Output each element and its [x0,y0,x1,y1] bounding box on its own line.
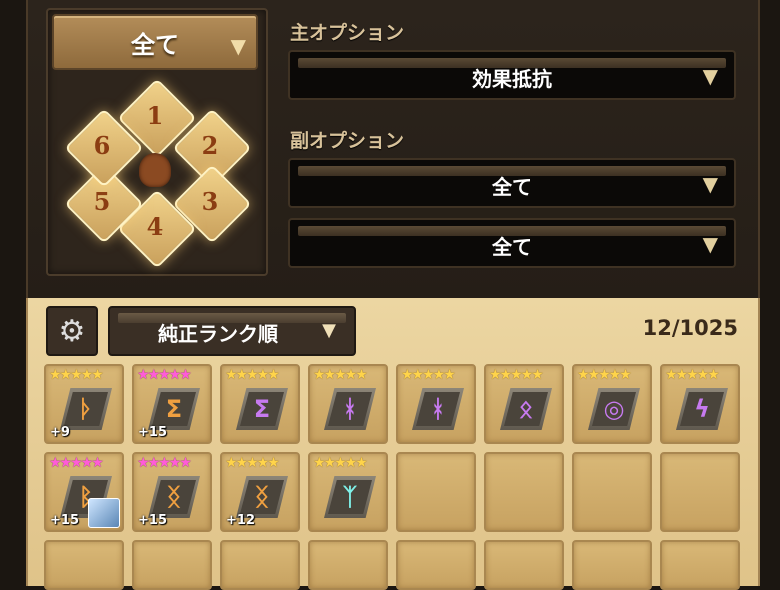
rune-item[interactable]: ★★★★★ ᚦ +9 [44,364,124,444]
rune-grid: ★★★★★ ᚦ +9 ★★★★★ Σ +15 ★★★★★ Σ ★★★★★ ᚼ ★★★★★ ᚼ ★★★★★… [44,364,744,590]
rune-item[interactable]: ★★★★★ ᚼ [396,364,476,444]
rune-stars: ★★★★★ [489,367,544,383]
rune-glyph: ᚦ [78,395,94,423]
rune-stars: ★★★★★ [225,455,280,471]
rune-stone-icon: ᛝ [148,476,200,518]
sub-option-value-1: 全て [492,174,532,199]
chevron-down-icon: ▼ [230,34,246,58]
sort-value: 純正ランク順 [158,321,278,346]
sub-option-label: 副オプション [290,130,405,152]
rune-glyph: ᛟ [518,395,534,423]
rune-level: +15 [50,513,79,528]
rune-stone-icon: ϟ [676,388,728,430]
rune-stars: ★★★★★ [225,367,280,383]
empty-rune-slot [484,452,564,532]
rune-glyph: ᛝ [254,483,270,511]
rune-stone-icon: ᚼ [324,388,376,430]
empty-rune-slot [396,540,476,590]
rune-stars: ★★★★★ [137,367,192,383]
rune-stars: ★★★★★ [401,367,456,383]
empty-rune-slot [660,452,740,532]
set-filter-value: 全て [131,30,179,59]
helmet-icon [139,153,171,187]
rune-stars: ★★★★★ [49,367,104,383]
chevron-down-icon: ▼ [702,64,718,88]
rune-item[interactable]: ★★★★★ ᛟ [484,364,564,444]
rune-glyph: Σ [253,395,271,423]
rune-stone-icon: ᚼ [412,388,464,430]
rune-slot-selector: 1 2 3 4 5 6 [60,78,252,269]
empty-rune-slot [484,540,564,590]
slot-2-label: 2 [201,131,219,160]
gear-icon: ⚙ [58,313,86,349]
empty-rune-slot [572,452,652,532]
rune-item[interactable]: ★★★★★ ◎ [572,364,652,444]
empty-rune-slot [220,540,300,590]
rune-item[interactable]: ★★★★★ ᛉ [308,452,388,532]
rune-item[interactable]: ★★★★★ ϟ [660,364,740,444]
rune-glyph: Σ [165,395,183,423]
rune-item[interactable]: ★★★★★ Σ [220,364,300,444]
rune-stone-icon: ᛟ [500,388,552,430]
chevron-down-icon: ▼ [322,320,336,341]
rune-item[interactable]: ★★★★★ ᛒ +15 [44,452,124,532]
sort-dropdown[interactable]: 純正ランク順 ▼ [108,306,356,356]
rune-level: +15 [138,425,167,440]
main-option-dropdown[interactable]: 効果抵抗 ▼ [288,50,736,100]
empty-rune-slot [660,540,740,590]
main-option-value: 効果抵抗 [472,66,552,91]
rune-stars: ★★★★★ [313,455,368,471]
chevron-down-icon: ▼ [702,172,718,196]
rune-stone-icon: ᚦ [60,388,112,430]
rune-stone-icon: ᛝ [236,476,288,518]
rune-item[interactable]: ★★★★★ Σ +15 [132,364,212,444]
rune-stars: ★★★★★ [577,367,632,383]
rune-item[interactable]: ★★★★★ ᛝ +15 [132,452,212,532]
rune-item[interactable]: ★★★★★ ᛝ +12 [220,452,300,532]
settings-button[interactable]: ⚙ [46,306,98,356]
rune-glyph: ϟ [694,395,710,423]
rune-stone-icon: ᛉ [324,476,376,518]
rune-item[interactable]: ★★★★★ ᚼ [308,364,388,444]
slot-3-label: 3 [201,187,219,216]
rune-level: +15 [138,513,167,528]
rune-stone-icon: Σ [236,388,288,430]
set-filter-dropdown[interactable]: 全て ▼ [52,14,258,70]
rune-level: +9 [50,425,70,440]
slot-1-label: 1 [146,101,164,130]
rune-stars: ★★★★★ [665,367,720,383]
rune-stars: ★★★★★ [49,455,104,471]
rune-glyph: ᚼ [342,395,358,423]
main-option-label: 主オプション [290,22,405,44]
rune-stone-icon: Σ [148,388,200,430]
empty-rune-slot [572,540,652,590]
rune-level: +12 [226,513,255,528]
slot-6-label: 6 [93,131,111,160]
rune-glyph: ᛉ [342,483,358,511]
equipped-monster-avatar [88,498,120,528]
chevron-down-icon: ▼ [702,232,718,256]
rune-glyph: ◎ [603,395,625,423]
sub-option-dropdown-2[interactable]: 全て ▼ [288,218,736,268]
rune-count: 12/1025 [642,316,738,340]
rune-stars: ★★★★★ [137,455,192,471]
sub-option-dropdown-1[interactable]: 全て ▼ [288,158,736,208]
rune-stone-icon: ◎ [588,388,640,430]
sub-option-value-2: 全て [492,234,532,259]
rune-glyph: ᚼ [430,395,446,423]
rune-stars: ★★★★★ [313,367,368,383]
empty-rune-slot [132,540,212,590]
empty-rune-slot [308,540,388,590]
rune-glyph: ᛝ [166,483,182,511]
empty-rune-slot [396,452,476,532]
empty-rune-slot [44,540,124,590]
